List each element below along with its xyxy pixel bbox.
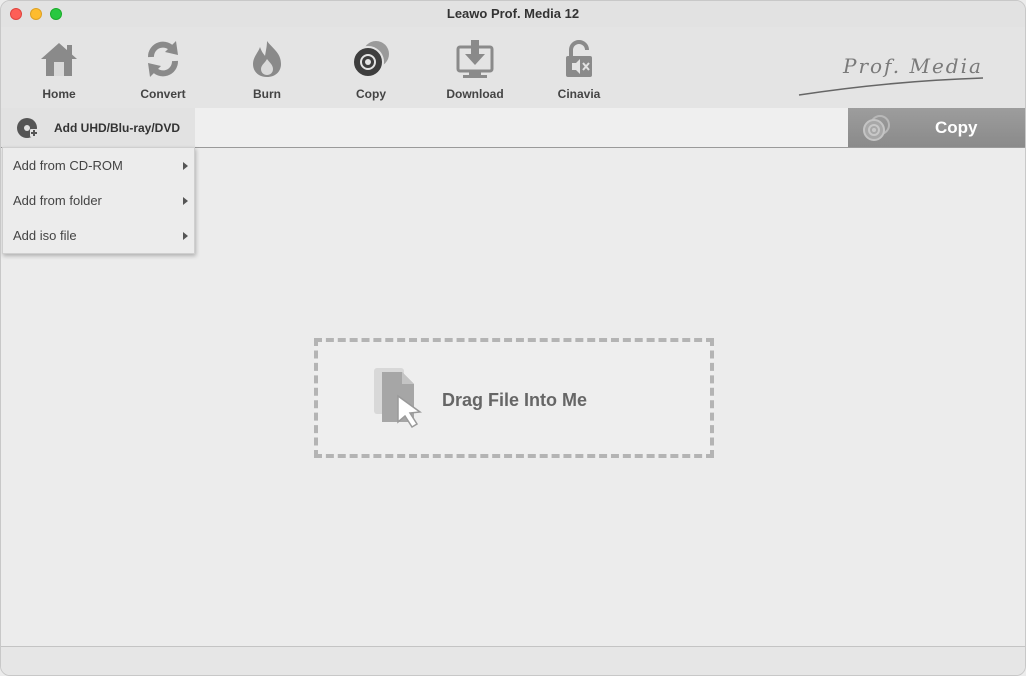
toolbar-cinavia-label: Cinavia — [557, 87, 601, 101]
toolbar-burn-button[interactable]: Burn — [222, 39, 312, 101]
prof-media-logo: Prof. Media — [798, 54, 984, 96]
menu-item-label: Add from CD-ROM — [13, 158, 123, 173]
app-window: Leawo Prof. Media 12 Home Convert Burn C… — [0, 0, 1026, 676]
toolbar-cinavia-button[interactable]: Cinavia — [534, 39, 624, 101]
convert-icon — [148, 41, 178, 77]
menu-item-add-from-folder[interactable]: Add from folder — [3, 183, 194, 218]
submenu-arrow-icon — [183, 232, 188, 240]
brand-text: Prof. Media — [842, 54, 983, 78]
file-drop-zone[interactable]: Drag File Into Me — [314, 338, 714, 458]
main-toolbar: Home Convert Burn Copy Download Cinavia … — [1, 27, 1025, 108]
copy-disc-icon — [863, 115, 890, 141]
menu-item-add-iso-file[interactable]: Add iso file — [3, 218, 194, 253]
add-uhd-bluray-dvd-button[interactable]: Add UHD/Blu-ray/DVD — [1, 108, 195, 147]
drop-zone-text: Drag File Into Me — [442, 390, 588, 410]
menu-item-label: Add iso file — [13, 228, 77, 243]
toolbar-copy-button[interactable]: Copy — [326, 39, 416, 101]
add-disc-label: Add UHD/Blu-ray/DVD — [54, 121, 181, 135]
menu-item-label: Add from folder — [13, 193, 102, 208]
drag-file-icon — [374, 368, 423, 429]
toolbar-download-label: Download — [446, 87, 504, 101]
menu-item-add-from-cd-rom[interactable]: Add from CD-ROM — [3, 148, 194, 183]
toolbar-download-button[interactable]: Download — [430, 39, 520, 101]
copy-button-label: Copy — [935, 118, 978, 137]
window-title: Leawo Prof. Media 12 — [446, 6, 580, 21]
minimize-window-button[interactable] — [30, 8, 42, 20]
maximize-window-button[interactable] — [50, 8, 62, 20]
title-bar[interactable]: Leawo Prof. Media 12 — [1, 1, 1025, 27]
toolbar-copy-label: Copy — [356, 87, 386, 101]
submenu-arrow-icon — [183, 162, 188, 170]
toolbar-home-button[interactable]: Home — [14, 39, 104, 101]
home-icon — [41, 43, 77, 76]
status-bar — [1, 646, 1025, 675]
download-icon — [456, 40, 494, 78]
submenu-arrow-icon — [183, 197, 188, 205]
copy-icon — [352, 41, 389, 78]
disc-add-icon — [17, 118, 38, 138]
toolbar-burn-label: Burn — [253, 87, 281, 101]
toolbar-home-label: Home — [42, 87, 76, 101]
toolbar-convert-label: Convert — [140, 87, 186, 101]
toolbar-convert-button[interactable]: Convert — [118, 39, 208, 101]
cinavia-icon — [566, 40, 592, 77]
add-source-menu: Add from CD-ROM Add from folder Add iso … — [2, 147, 195, 254]
close-window-button[interactable] — [10, 8, 22, 20]
copy-start-button[interactable]: Copy — [848, 108, 1025, 147]
burn-icon — [253, 41, 281, 77]
source-bar: Add UHD/Blu-ray/DVD Copy — [1, 108, 1025, 148]
